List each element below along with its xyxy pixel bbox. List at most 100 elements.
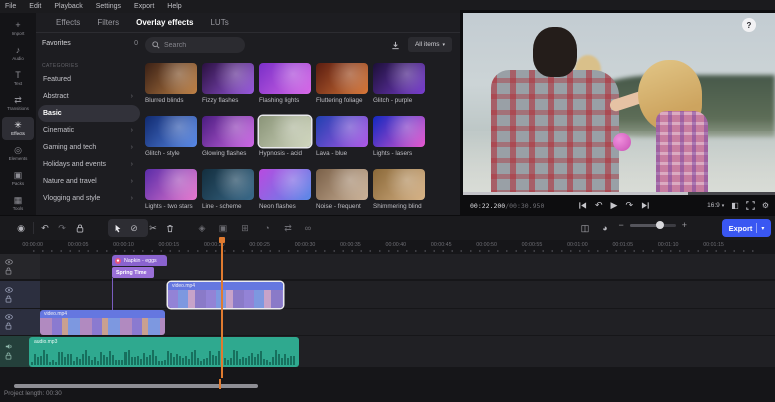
- aspect-ratio-dropdown[interactable]: 16:9 ▾: [707, 202, 724, 209]
- effect-thumbnail[interactable]: [202, 63, 254, 94]
- playhead-line[interactable]: [221, 238, 223, 378]
- effect-card[interactable]: Lights - lasers: [373, 116, 425, 163]
- settings-gear-icon[interactable]: ⚙: [762, 201, 769, 210]
- effect-thumbnail[interactable]: [145, 63, 197, 94]
- effect-thumbnail[interactable]: [259, 116, 311, 147]
- zoom-out-icon[interactable]: −: [618, 220, 623, 230]
- effect-thumbnail[interactable]: [373, 116, 425, 147]
- panel-tab[interactable]: Overlay effects: [136, 18, 193, 27]
- category-item[interactable]: Gaming and tech ›: [38, 139, 140, 156]
- category-item[interactable]: Holidays and events ›: [38, 156, 140, 173]
- sidebar-item[interactable]: T Text: [2, 67, 34, 91]
- effect-thumbnail[interactable]: [373, 169, 425, 200]
- player-seekbar[interactable]: [463, 192, 775, 195]
- category-item[interactable]: Nature and travel ›: [38, 173, 140, 190]
- toggle-visibility-icon[interactable]: [5, 258, 13, 265]
- effect-card[interactable]: Fluttering foliage: [316, 63, 368, 110]
- panel-tab[interactable]: LUTs: [210, 18, 228, 27]
- effect-thumbnail[interactable]: [316, 63, 368, 94]
- zoom-slider-knob[interactable]: [655, 221, 664, 229]
- effect-thumbnail[interactable]: [373, 63, 425, 94]
- compare-icon[interactable]: ◧: [731, 201, 739, 210]
- blade-tool-icon[interactable]: ⊘: [126, 220, 142, 236]
- toggle-visibility-icon[interactable]: [5, 314, 13, 320]
- effect-card[interactable]: Blurred blinds: [145, 63, 197, 110]
- play-icon[interactable]: ▶: [611, 201, 618, 210]
- skip-to-end-icon[interactable]: [641, 201, 650, 210]
- effect-card[interactable]: Glitch - style: [145, 116, 197, 163]
- keyframe-icon[interactable]: ◈: [194, 220, 210, 236]
- timeline-ruler[interactable]: 00:00:00 00:00:05 00:00:10 00:00:15 00:0…: [0, 240, 775, 253]
- filter-dropdown[interactable]: All items ▾: [408, 37, 452, 52]
- effect-card[interactable]: Noise - frequent: [316, 169, 368, 215]
- effect-thumbnail[interactable]: [202, 116, 254, 147]
- video-clip-selected[interactable]: video.mp4: [168, 282, 283, 308]
- link-icon[interactable]: ∞: [300, 220, 316, 236]
- audio-mixer-icon[interactable]: ◫: [577, 220, 593, 236]
- zoom-in-icon[interactable]: +: [682, 220, 687, 230]
- audio-clip[interactable]: audio.mp3: [29, 337, 299, 367]
- redo-icon[interactable]: ↷: [54, 220, 70, 236]
- text-clip[interactable]: Spring Time: [112, 267, 154, 278]
- timeline-scale-icon[interactable]: ◕: [597, 220, 613, 236]
- mirror-icon[interactable]: ⇄: [280, 220, 296, 236]
- effect-thumbnail[interactable]: [202, 169, 254, 200]
- download-icon[interactable]: [388, 38, 402, 52]
- select-tool-icon[interactable]: [110, 220, 126, 236]
- sidebar-item[interactable]: ▣ Packs: [2, 166, 34, 190]
- effect-card[interactable]: Fizzy flashes: [202, 63, 254, 110]
- search-bar[interactable]: [145, 37, 245, 53]
- effect-card[interactable]: Glitch - purple: [373, 63, 425, 110]
- effect-card[interactable]: Lights - two stars: [145, 169, 197, 215]
- category-item[interactable]: Abstract ›: [38, 88, 140, 105]
- crop-icon[interactable]: ⊞: [237, 220, 253, 236]
- effect-thumbnail[interactable]: [145, 116, 197, 147]
- record-icon[interactable]: ◉: [13, 220, 29, 236]
- menu-item[interactable]: Help: [167, 3, 181, 10]
- search-input[interactable]: [164, 41, 234, 49]
- effect-thumbnail[interactable]: [259, 169, 311, 200]
- lock-track-icon[interactable]: [5, 352, 12, 360]
- fullscreen-icon[interactable]: [746, 201, 755, 210]
- lock-track-icon[interactable]: [5, 322, 12, 330]
- sidebar-item[interactable]: ♪ Audio: [2, 42, 34, 66]
- speed-icon[interactable]: ◔: [259, 220, 275, 236]
- menu-item[interactable]: File: [5, 3, 16, 10]
- panel-tab[interactable]: Filters: [97, 18, 119, 27]
- menu-item[interactable]: Export: [134, 3, 154, 10]
- rewind-icon[interactable]: ↶: [595, 201, 603, 210]
- favorites-row[interactable]: Favorites 0: [42, 40, 138, 47]
- sidebar-item[interactable]: + Import: [2, 17, 34, 41]
- chevron-down-icon[interactable]: ▾: [761, 225, 764, 232]
- track-lane-overlay[interactable]: [0, 281, 775, 308]
- lock-icon[interactable]: [72, 220, 88, 236]
- effect-thumbnail[interactable]: [145, 169, 197, 200]
- help-button[interactable]: ?: [742, 18, 756, 32]
- video-preview[interactable]: ?: [463, 13, 775, 192]
- menu-item[interactable]: Edit: [29, 3, 41, 10]
- effect-card[interactable]: Glowing flashes: [202, 116, 254, 163]
- timeline-horizontal-scrollbar[interactable]: [14, 384, 258, 388]
- split-scissors-icon[interactable]: ✂: [145, 220, 161, 236]
- lock-track-icon[interactable]: [5, 295, 12, 303]
- effect-card[interactable]: Line - scheme: [202, 169, 254, 215]
- freeze-frame-icon[interactable]: ▣: [215, 220, 231, 236]
- category-item[interactable]: Basic: [38, 105, 140, 122]
- effect-thumbnail[interactable]: [316, 169, 368, 200]
- effect-clip[interactable]: ● Napkin - eggs: [112, 255, 167, 266]
- effect-thumbnail[interactable]: [259, 63, 311, 94]
- effect-card[interactable]: Hypnosis - acid: [259, 116, 311, 163]
- category-item[interactable]: Cinematic ›: [38, 122, 140, 139]
- sidebar-item[interactable]: ▦ Tools: [2, 191, 34, 215]
- delete-icon[interactable]: [162, 220, 178, 236]
- undo-icon[interactable]: ↶: [37, 220, 53, 236]
- effect-card[interactable]: Shimmering blind: [373, 169, 425, 215]
- lock-track-icon[interactable]: [5, 267, 12, 275]
- sidebar-item[interactable]: ⇄ Transitions: [2, 92, 34, 116]
- speaker-icon[interactable]: [5, 343, 13, 350]
- menu-item[interactable]: Playback: [54, 3, 82, 10]
- skip-to-start-icon[interactable]: [578, 201, 587, 210]
- effect-thumbnail[interactable]: [316, 116, 368, 147]
- export-button[interactable]: Export ▾: [722, 219, 771, 237]
- effect-card[interactable]: Flashing lights: [259, 63, 311, 110]
